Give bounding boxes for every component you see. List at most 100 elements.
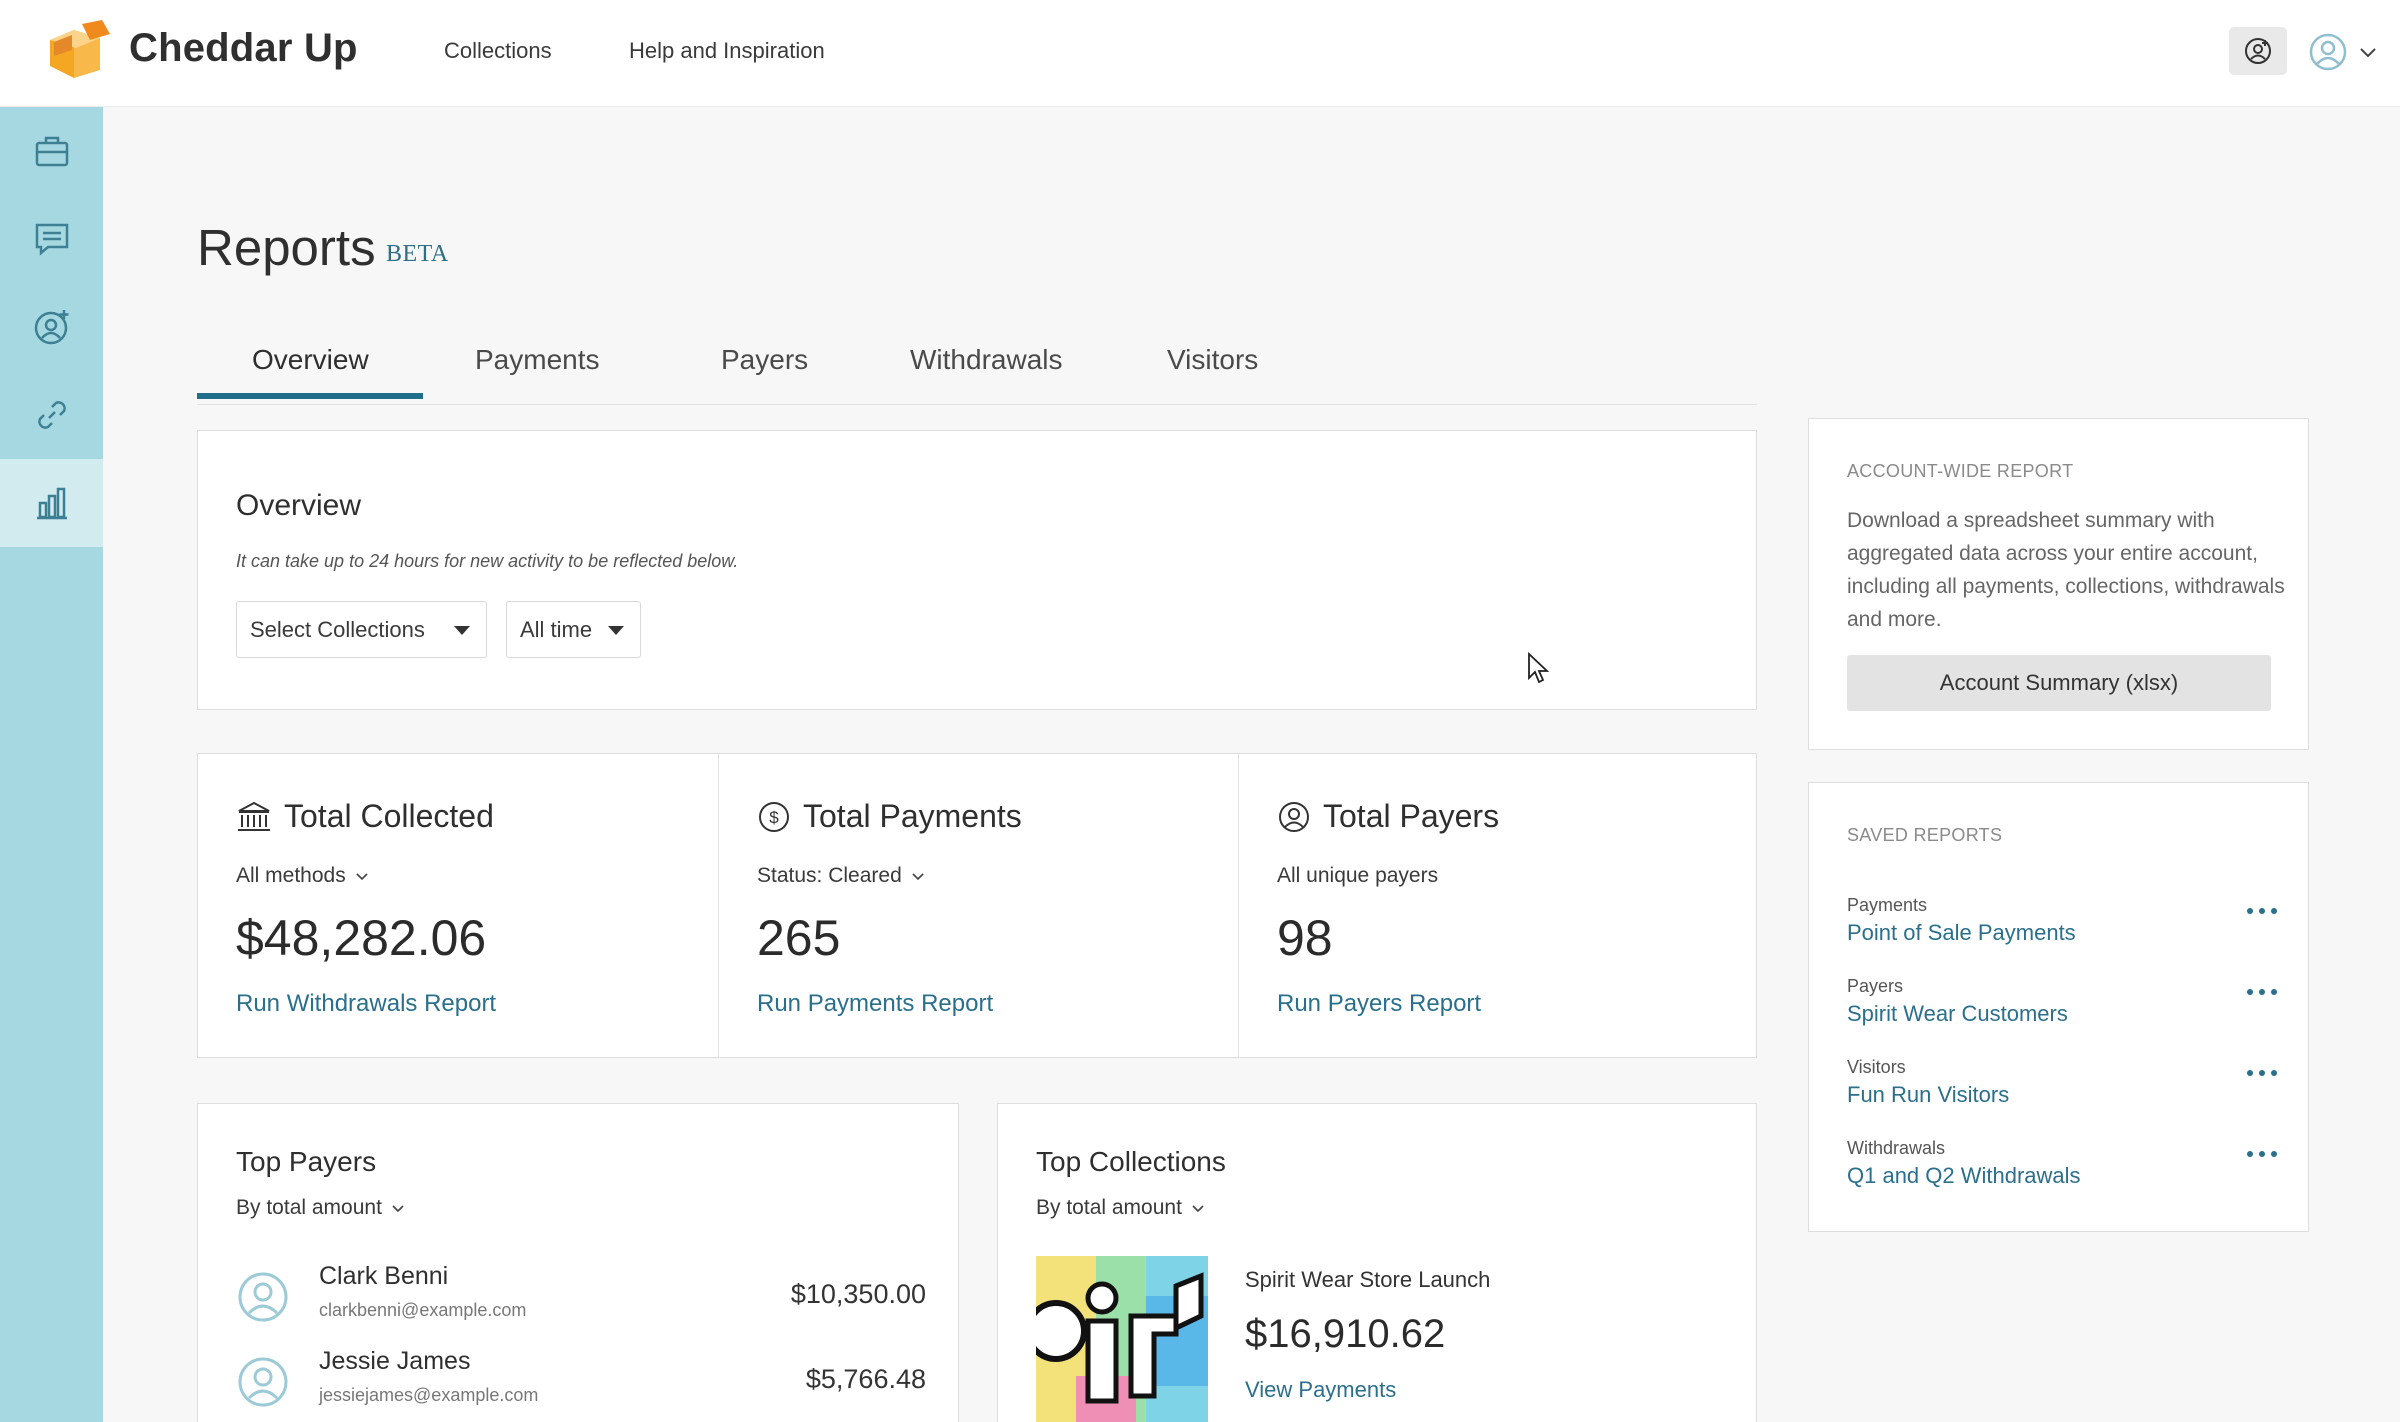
- reports-page: Cheddar Up Collections Help and Inspirat…: [0, 0, 2400, 1422]
- saved-reports-panel: SAVED REPORTS Payments Point of Sale Pay…: [1808, 782, 2309, 1232]
- filter-label: All unique payers: [1277, 864, 1439, 887]
- add-contact-button[interactable]: [2229, 27, 2287, 75]
- filter-label: All methods: [236, 864, 346, 887]
- stat-total-collected: Total Collected All methods $48,282.06 R…: [198, 754, 717, 1057]
- more-options-icon[interactable]: [2247, 982, 2277, 1002]
- sidebar-item-messages[interactable]: [0, 195, 103, 283]
- run-payers-report-link[interactable]: Run Payers Report: [1277, 990, 1481, 1018]
- bar-chart-icon: [36, 487, 67, 520]
- saved-report-type: Payers: [1847, 976, 1904, 996]
- top-payers-sort-dropdown[interactable]: By total amount: [236, 1196, 406, 1220]
- method-filter[interactable]: All methods: [236, 864, 370, 888]
- status-filter[interactable]: Status: Cleared: [757, 864, 926, 888]
- collection-name: Spirit Wear Store Launch: [1245, 1267, 1491, 1292]
- account-summary-button[interactable]: Account Summary (xlsx): [1847, 655, 2271, 711]
- chevron-down-icon: [2360, 48, 2376, 58]
- saved-report-item: Visitors Fun Run Visitors: [1847, 1057, 2277, 1121]
- run-withdrawals-report-link[interactable]: Run Withdrawals Report: [236, 990, 496, 1018]
- top-payers-title: Top Payers: [236, 1146, 377, 1177]
- overview-title: Overview: [236, 489, 362, 522]
- stat-value: 98: [1277, 910, 1333, 966]
- time-range-label: All time: [520, 616, 593, 642]
- briefcase-icon: [35, 136, 68, 167]
- tab-payments[interactable]: Payments: [475, 344, 600, 405]
- filter-label: Status: Cleared: [757, 864, 902, 887]
- saved-report-item: Payers Spirit Wear Customers: [1847, 976, 2277, 1040]
- stat-total-payers: Total Payers All unique payers 98 Run Pa…: [1238, 754, 1757, 1057]
- nav-collections-link[interactable]: Collections: [444, 38, 552, 64]
- page-title: Reports: [197, 219, 376, 276]
- select-collections-dropdown[interactable]: Select Collections: [236, 601, 487, 658]
- tab-payers[interactable]: Payers: [721, 344, 808, 405]
- view-payments-link[interactable]: View Payments: [1245, 1377, 1396, 1403]
- saved-report-type: Visitors: [1847, 1057, 1906, 1077]
- avatar-icon: [2309, 33, 2347, 71]
- user-circle-icon: [1279, 801, 1309, 832]
- bank-icon: [238, 801, 270, 831]
- payer-email: jessiejames@example.com: [319, 1385, 539, 1405]
- payer-name: Jessie James: [319, 1347, 471, 1375]
- payers-filter: All unique payers: [1277, 864, 1438, 888]
- sort-label: By total amount: [236, 1196, 382, 1219]
- top-collections-sort-dropdown[interactable]: By total amount: [1036, 1196, 1206, 1220]
- saved-report-item: Payments Point of Sale Payments: [1847, 895, 2277, 959]
- saved-report-link[interactable]: Spirit Wear Customers: [1847, 1001, 2068, 1027]
- top-collections-title: Top Collections: [1036, 1146, 1226, 1177]
- select-collections-label: Select Collections: [250, 616, 425, 642]
- cheddar-up-logo-icon[interactable]: [44, 20, 112, 84]
- tab-visitors[interactable]: Visitors: [1167, 344, 1258, 405]
- sidebar: [0, 107, 103, 1422]
- saved-reports-label: SAVED REPORTS: [1847, 825, 2003, 845]
- user-plus-icon: [34, 310, 68, 345]
- mouse-cursor-icon: [1528, 652, 1549, 684]
- more-options-icon[interactable]: [2247, 1144, 2277, 1164]
- stat-heading: Total Collected: [236, 798, 494, 835]
- overview-panel: Overview It can take up to 24 hours for …: [197, 430, 1757, 710]
- top-collections-panel: Top Collections By total amount Spirit W…: [997, 1103, 1757, 1422]
- stats-panel: Total Collected All methods $48,282.06 R…: [197, 753, 1757, 1058]
- more-options-icon[interactable]: [2247, 1063, 2277, 1083]
- saved-report-link[interactable]: Fun Run Visitors: [1847, 1082, 2009, 1108]
- stat-title: Total Payers: [1323, 798, 1500, 834]
- stat-heading: $ Total Payments: [757, 798, 1022, 835]
- link-icon: [37, 401, 66, 429]
- brand-name[interactable]: Cheddar Up: [129, 26, 358, 71]
- run-payments-report-link[interactable]: Run Payments Report: [757, 990, 993, 1018]
- svg-text:$: $: [769, 808, 779, 827]
- beta-badge: BETA: [386, 241, 449, 267]
- stat-title: Total Payments: [803, 798, 1022, 834]
- user-plus-icon: [2245, 38, 2271, 64]
- caret-down-icon: [608, 626, 624, 635]
- time-range-dropdown[interactable]: All time: [506, 601, 641, 658]
- sidebar-item-links[interactable]: [0, 371, 103, 459]
- payer-amount: $10,350.00: [790, 1279, 926, 1309]
- sort-label: By total amount: [1036, 1196, 1182, 1219]
- active-tab-indicator: [197, 393, 423, 399]
- stat-title: Total Collected: [284, 798, 494, 834]
- overview-note: It can take up to 24 hours for new activ…: [236, 551, 739, 571]
- account-report-label: ACCOUNT-WIDE REPORT: [1847, 461, 2074, 481]
- chevron-down-icon: [912, 873, 924, 881]
- report-tabs: Overview Payments Payers Withdrawals Vis…: [197, 330, 1757, 405]
- chevron-down-icon: [392, 1205, 404, 1213]
- payer-email: clarkbenni@example.com: [319, 1300, 527, 1320]
- payer-amount: $5,766.48: [805, 1364, 926, 1394]
- stat-total-payments: $ Total Payments Status: Cleared 265 Run…: [718, 754, 1237, 1057]
- nav-help-link[interactable]: Help and Inspiration: [629, 38, 825, 64]
- tab-withdrawals[interactable]: Withdrawals: [910, 344, 1062, 405]
- list-item[interactable]: Clark Benni clarkbenni@example.com $10,3…: [236, 1262, 926, 1332]
- caret-down-icon: [454, 626, 470, 635]
- sidebar-item-contacts[interactable]: [0, 283, 103, 371]
- stat-heading: Total Payers: [1277, 798, 1499, 835]
- saved-report-link[interactable]: Point of Sale Payments: [1847, 920, 2076, 946]
- chevron-down-icon: [356, 873, 368, 881]
- more-options-icon[interactable]: [2247, 901, 2277, 921]
- user-menu[interactable]: [2308, 30, 2380, 74]
- avatar-icon: [238, 1272, 288, 1322]
- collection-thumbnail-image[interactable]: [1036, 1256, 1208, 1422]
- sidebar-item-collections[interactable]: [0, 107, 103, 195]
- list-item[interactable]: Jessie James jessiejames@example.com $5,…: [236, 1347, 926, 1417]
- saved-report-link[interactable]: Q1 and Q2 Withdrawals: [1847, 1163, 2081, 1189]
- account-wide-report-panel: ACCOUNT-WIDE REPORT Download a spreadshe…: [1808, 418, 2309, 750]
- sidebar-item-reports[interactable]: [0, 459, 103, 547]
